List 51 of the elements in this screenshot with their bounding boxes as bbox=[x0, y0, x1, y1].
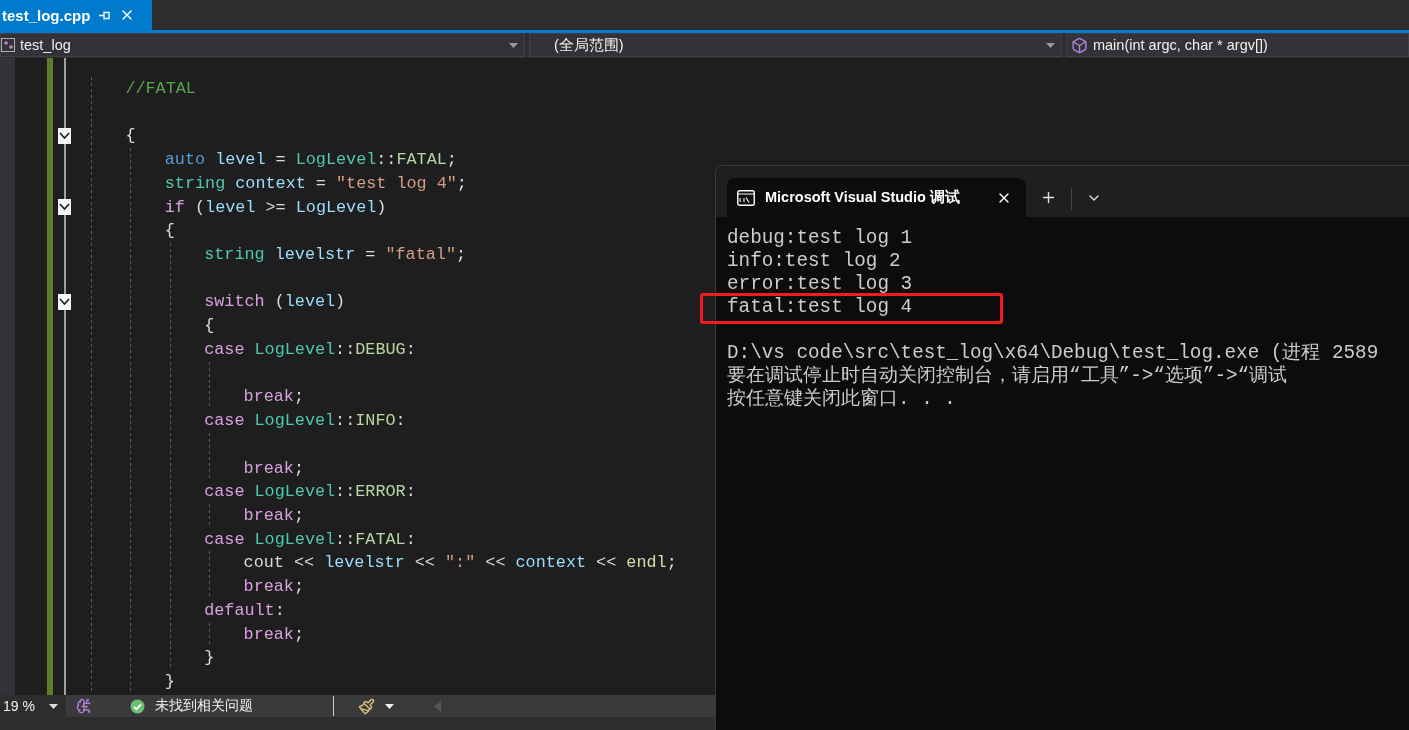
fold-icon[interactable] bbox=[58, 128, 71, 145]
console-line: error:test log 3 bbox=[727, 273, 913, 295]
pin-icon[interactable] bbox=[98, 9, 112, 21]
code-line: { bbox=[125, 125, 136, 148]
console-line: 按任意键关闭此窗口. . . bbox=[727, 388, 956, 410]
code-line: //FATAL bbox=[125, 78, 196, 100]
code-line: break; bbox=[243, 457, 304, 480]
code-line: default: bbox=[204, 599, 285, 622]
editor-tab[interactable]: test_log.cpp bbox=[0, 0, 152, 30]
issues-status[interactable]: 未找到相关问题 bbox=[155, 697, 253, 715]
code-line: break; bbox=[243, 623, 304, 646]
project-icon bbox=[1, 38, 15, 52]
cube-icon bbox=[1070, 36, 1088, 54]
brain-icon[interactable] bbox=[76, 698, 92, 714]
console-tab[interactable]: Microsoft Visual Studio 调试 bbox=[727, 178, 1026, 217]
code-line: { bbox=[164, 220, 175, 243]
fold-icon[interactable] bbox=[58, 199, 71, 216]
terminal-icon bbox=[737, 189, 755, 206]
check-icon bbox=[130, 698, 145, 714]
code-line: break; bbox=[243, 386, 304, 409]
code-line: cout << levelstr << ":" << context << endl; bbox=[243, 552, 677, 575]
console-line: 要在调试停止时自动关闭控制台，请启用“工具”->“选项”->“调试 bbox=[727, 365, 1288, 387]
code-line: string levelstr = "fatal"; bbox=[204, 244, 467, 267]
new-tab-icon[interactable] bbox=[1040, 189, 1057, 206]
caret-icon bbox=[1045, 42, 1055, 48]
fold-icon[interactable] bbox=[58, 294, 71, 311]
console-line: debug:test log 1 bbox=[727, 227, 913, 249]
caret-icon bbox=[508, 42, 518, 48]
code-line: auto level = LogLevel::FATAL; bbox=[164, 149, 457, 172]
code-line: case LogLevel::ERROR: bbox=[204, 481, 416, 504]
code-line: string context = "test log 4"; bbox=[164, 172, 467, 195]
code-line: } bbox=[164, 670, 175, 693]
code-line: } bbox=[204, 647, 215, 670]
brush-icon[interactable] bbox=[358, 697, 375, 715]
code-line: case LogLevel::DEBUG: bbox=[204, 338, 416, 361]
console-line: fatal:test log 4 bbox=[727, 296, 913, 318]
code-line: if (level >= LogLevel) bbox=[164, 196, 387, 219]
member-dropdown[interactable]: main(int argc, char * argv[]) bbox=[1065, 33, 1409, 57]
code-line: { bbox=[204, 315, 215, 338]
code-line: case LogLevel::INFO: bbox=[204, 410, 406, 433]
code-line: switch (level) bbox=[204, 291, 346, 314]
code-line: break; bbox=[243, 504, 304, 527]
code-line: break; bbox=[243, 576, 304, 599]
caret-icon bbox=[385, 703, 394, 709]
code-line: case LogLevel::FATAL: bbox=[204, 528, 416, 551]
caret-icon bbox=[48, 703, 58, 709]
project-dropdown[interactable]: test_log bbox=[0, 33, 525, 57]
console-line: info:test log 2 bbox=[727, 250, 901, 272]
zoom-dropdown[interactable]: 19 % bbox=[0, 695, 66, 717]
scope-dropdown[interactable]: (全局范围) bbox=[528, 33, 1062, 57]
console-line: D:\vs code\src\test_log\x64\Debug\test_log.exe (进程 2589 bbox=[727, 342, 1379, 364]
